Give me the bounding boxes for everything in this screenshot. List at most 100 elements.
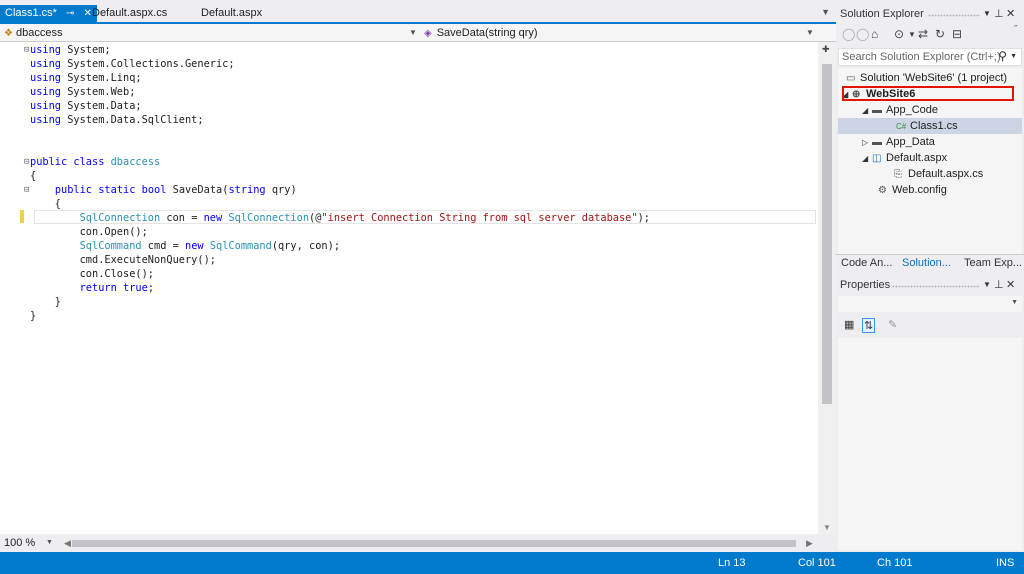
vertical-scrollbar[interactable]: ✚ ▼ [818,42,836,534]
code-token: new [185,240,204,252]
tree-node-default-aspx-cs[interactable]: ⎘ Default.aspx.cs [894,166,983,182]
csharp-file-icon: C# [896,122,907,131]
overflow-icon[interactable]: ˝ [1014,24,1017,34]
collapse-all-icon[interactable]: ⊟ [952,27,962,41]
code-line[interactable]: { [30,197,650,211]
tree-node-default-aspx[interactable]: ◢ ◫ Default.aspx [862,150,947,166]
code-line[interactable]: con.Close(); [30,267,650,281]
class-icon: ❖ [4,28,13,39]
split-icon[interactable]: ✚ [822,44,830,55]
chevron-down-icon[interactable]: ▼ [983,280,991,289]
pin-icon[interactable]: ⊸ [66,8,74,19]
solution-explorer-header: Solution Explorer ▼ ⊥ ✕ [836,5,1024,23]
code-line[interactable]: ⊟ public static bool SaveData(string qry… [24,183,650,197]
chevron-down-icon[interactable]: ▼ [409,26,417,40]
code-line[interactable]: using System.Data; [30,99,650,113]
scroll-thumb[interactable] [822,64,832,404]
alphabetical-icon[interactable]: ⇅ [862,318,876,333]
chevron-down-icon[interactable]: ▼ [1010,53,1017,60]
code-line[interactable]: using System.Linq; [30,71,650,85]
code-editor[interactable]: ⊟ using System; using System.Collections.G… [0,42,818,534]
code-line[interactable]: } [30,309,650,323]
tab-default-aspx-cs[interactable]: Default.aspx.cs [87,5,172,22]
code-token: dbaccess [110,156,161,168]
code-token: SqlConnection [228,212,310,224]
chevron-down-icon[interactable]: ▼ [46,539,53,546]
pending-changes-icon[interactable]: ⊙ [894,27,904,41]
tree-node-app-data[interactable]: ▷ ▬ App_Data [862,134,935,150]
code-line[interactable] [30,127,650,141]
code-line[interactable] [30,141,650,155]
explorer-tab-strip: Code An... Solution... Team Exp... [836,254,1024,272]
drag-grip[interactable] [928,14,980,17]
code-token: (@ [309,212,322,224]
forward-icon[interactable]: ◯ [856,27,869,41]
code-line[interactable]: con.Open(); [30,225,650,239]
chevron-down-icon[interactable]: ▼ [983,9,991,18]
back-icon[interactable]: ◯ [842,27,855,41]
pin-icon[interactable]: ⊥ [994,278,1004,291]
code-line[interactable]: using System.Data.SqlClient; [30,113,650,127]
status-char: Ch 101 [877,557,913,569]
folder-icon: ▬ [872,105,882,116]
scroll-right-icon[interactable]: ▶ [806,538,813,549]
expanded-arrow-icon[interactable]: ◢ [862,151,872,167]
code-line[interactable]: ⊟ public class dbaccess [24,155,650,169]
pin-icon[interactable]: ⊥ [994,7,1004,20]
tree-node-web-config[interactable]: ⚙ Web.config [878,182,947,198]
scroll-down-icon[interactable]: ▼ [823,523,831,532]
code-text[interactable]: ⊟ using System; using System.Collections.G… [24,43,650,323]
chevron-down-icon[interactable]: ▼ [806,26,814,40]
tab-dropdown-icon[interactable]: ▼ [821,7,830,17]
editor-gutter [0,42,26,534]
close-icon[interactable]: ✕ [1006,7,1015,20]
code-token: public [54,184,93,196]
unsaved-change-marker [20,210,24,223]
drag-grip[interactable] [892,285,980,288]
tab-default-aspx[interactable]: Default.aspx [196,5,267,22]
horizontal-scrollbar[interactable] [72,540,796,547]
zoom-level[interactable]: 100 % [4,537,35,549]
sync-icon[interactable]: ⇄ [918,27,928,41]
code-token: System.Data.SqlClient; [61,114,204,126]
refresh-icon[interactable]: ↻ [935,27,945,41]
collapsed-arrow-icon[interactable]: ▷ [862,135,872,151]
categorized-icon[interactable]: ▦ [844,318,854,331]
status-line: Ln 13 [718,557,746,569]
code-token: string [228,184,266,196]
tab-solution-explorer[interactable]: Solution... [902,257,951,269]
home-icon[interactable]: ⌂ [871,27,878,41]
collapse-icon[interactable]: ⊟ [24,43,29,57]
close-icon[interactable]: ✕ [1006,278,1015,291]
scroll-left-icon[interactable]: ◀ [64,538,71,549]
properties-grid [838,338,1022,550]
expanded-arrow-icon[interactable]: ◢ [862,103,872,119]
member-dropdown[interactable]: ◈ SaveData(string qry) [420,26,820,40]
collapse-icon[interactable]: ⊟ [24,183,29,197]
code-line[interactable]: return true; [30,281,650,295]
code-line[interactable]: using System.Collections.Generic; [30,57,650,71]
properties-object-select[interactable]: ▼ [838,296,1022,312]
tree-node-app-code[interactable]: ◢ ▬ App_Code [862,102,938,118]
chevron-down-icon[interactable]: ▼ [1011,299,1018,306]
tree-node-solution[interactable]: ▭ Solution 'WebSite6' (1 project) [846,70,1007,86]
property-pages-icon[interactable]: ✎ [888,318,897,331]
code-line[interactable]: using System.Web; [30,85,650,99]
tree-node-class1-cs[interactable]: C# Class1.cs [838,118,1022,134]
tab-team-explorer[interactable]: Team Exp... [964,257,1022,269]
code-line[interactable]: { [30,169,650,183]
solution-search-input[interactable]: Search Solution Explorer (Ctrl+;) ⚲ ▼ [838,48,1022,66]
code-line[interactable]: ⊟ using System; [24,43,650,57]
chevron-down-icon[interactable]: ▼ [908,30,916,39]
tab-class1-cs[interactable]: Class1.cs* ⊸ ✕ [0,5,97,24]
type-dropdown[interactable]: ❖ dbaccess [4,26,416,40]
code-line[interactable]: SqlConnection con = new SqlConnection(@"… [30,211,650,225]
tab-code-analysis[interactable]: Code An... [841,257,892,269]
code-token: using [30,114,61,126]
search-icon[interactable]: ⚲ [998,49,1007,63]
code-line[interactable]: cmd.ExecuteNonQuery(); [30,253,650,267]
code-token: (qry, con); [271,240,341,252]
code-line[interactable]: SqlCommand cmd = new SqlCommand(qry, con… [30,239,650,253]
collapse-icon[interactable]: ⊟ [24,155,29,169]
code-line[interactable]: } [30,295,650,309]
